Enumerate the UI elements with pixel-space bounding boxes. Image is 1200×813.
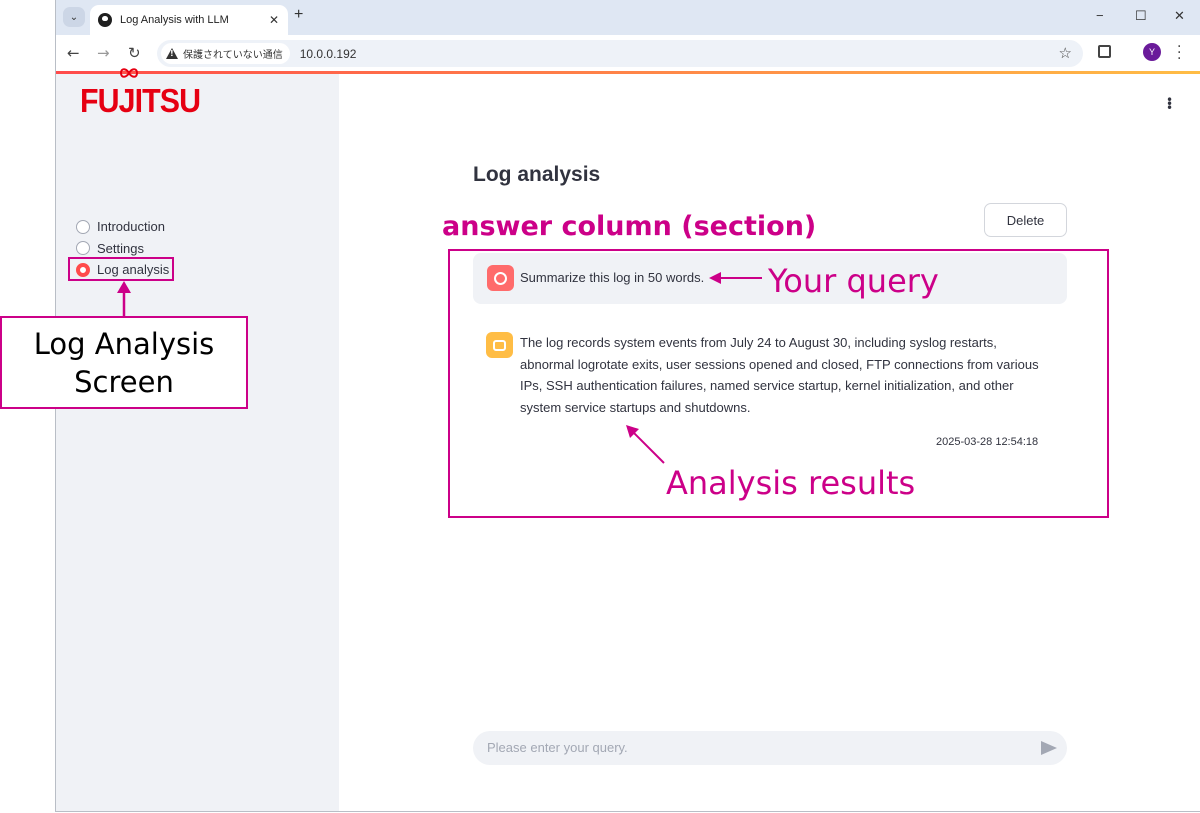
radio-button-icon <box>76 241 90 256</box>
radio-button-icon <box>76 219 90 234</box>
forward-arrow-icon[interactable]: → <box>97 44 110 62</box>
annotation-arrow-up-icon <box>117 281 131 318</box>
annotation-arrow-left-icon <box>709 272 762 284</box>
page-title: Log analysis <box>473 163 601 186</box>
tab-title: Log Analysis with LLM <box>120 14 229 26</box>
profile-avatar[interactable]: Y <box>1143 43 1161 61</box>
new-tab-button[interactable]: + <box>294 6 303 24</box>
minimize-button[interactable]: − <box>1096 8 1104 23</box>
radio-label: Settings <box>97 240 144 256</box>
delete-button[interactable]: Delete <box>984 203 1067 237</box>
window-close-button[interactable]: ✕ <box>1174 8 1185 24</box>
tab-strip: ⌄ Log Analysis with LLM ✕ + − ☐ ✕ <box>56 0 1200 35</box>
close-icon[interactable]: ✕ <box>269 13 279 27</box>
security-text: 保護されていない通信 <box>183 50 283 61</box>
back-arrow-icon[interactable]: ← <box>67 44 80 62</box>
radio-label: Introduction <box>97 219 165 235</box>
chat-input[interactable]: Please enter your query. <box>473 731 1067 765</box>
warning-icon <box>166 48 178 59</box>
answer-column-label: answer column (section) <box>442 211 817 242</box>
callout-label-line2: Screen <box>74 365 174 399</box>
reload-icon[interactable]: ↻ <box>128 44 141 62</box>
security-chip[interactable]: 保護されていない通信 <box>161 43 290 64</box>
streamlit-favicon-icon <box>98 13 112 27</box>
chat-input-placeholder: Please enter your query. <box>487 740 628 755</box>
fujitsu-logo: FUJITSU <box>80 82 201 119</box>
browser-tab[interactable]: Log Analysis with LLM ✕ <box>90 5 288 35</box>
app-menu-kebab-icon[interactable]: • • • <box>1166 94 1173 114</box>
log-analysis-highlight-box <box>68 257 174 281</box>
radio-introduction[interactable]: Introduction <box>76 216 169 238</box>
address-bar[interactable]: 保護されていない通信 10.0.0.192 ☆ <box>157 40 1083 67</box>
analysis-results-label: Analysis results <box>666 464 916 502</box>
maximize-button[interactable]: ☐ <box>1135 8 1147 24</box>
send-icon[interactable] <box>1041 741 1057 755</box>
bookmark-star-icon[interactable]: ☆ <box>1059 44 1072 62</box>
extensions-puzzle-icon[interactable] <box>1098 45 1111 58</box>
browser-menu-kebab-icon[interactable]: · · · <box>1177 40 1181 66</box>
your-query-label: Your query <box>768 262 939 300</box>
fujitsu-infinity-logo-icon <box>119 68 139 78</box>
radio-settings[interactable]: Settings <box>76 238 169 260</box>
tab-search-button[interactable]: ⌄ <box>63 7 85 27</box>
annotation-arrow-diagonal-icon <box>626 425 665 464</box>
url-text[interactable]: 10.0.0.192 <box>300 47 357 61</box>
callout-label-line1: Log Analysis <box>33 327 215 361</box>
browser-toolbar: ← → ↻ 保護されていない通信 10.0.0.192 ☆ Y ··· <box>56 35 1200 71</box>
chevron-down-icon: ⌄ <box>69 11 79 23</box>
sidebar <box>56 74 339 811</box>
